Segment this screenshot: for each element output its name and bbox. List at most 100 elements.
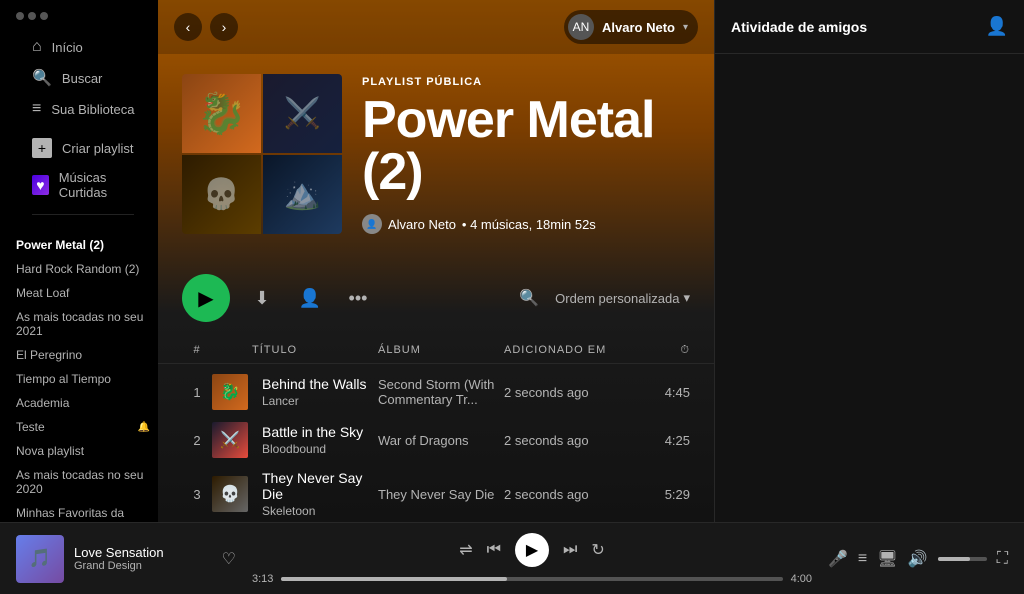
progress-bar-container: 3:13 4:00 [252,573,812,585]
device-button[interactable]: 🖥 [877,549,897,569]
search-tracks-button[interactable]: 🔍 [519,288,539,308]
liked-songs-action[interactable]: ♥ Músicas Curtidas [16,164,150,206]
sidebar-item-el-peregrino[interactable]: El Peregrino [0,343,158,367]
player-center: ⇌ ⏮ ▶ ⏭ ↻ 3:13 4:00 [252,533,812,585]
sidebar-item-mais-tocadas-2020[interactable]: As mais tocadas no seu 2020 [0,463,158,501]
now-playing-thumbnail: 🎵 [16,535,64,583]
track-info: Behind the Walls Lancer [252,376,378,408]
table-row[interactable]: 1 🐉 Behind the Walls Lancer Second Storm… [158,368,714,416]
more-options-button[interactable]: ••• [342,282,374,314]
track-number: 1 [182,385,212,400]
nav-library[interactable]: ≡ Sua Biblioteca [16,94,150,124]
lyrics-button[interactable]: 🎤 [828,549,848,569]
meta-info: • 4 músicas, 18min 52s [462,217,596,232]
user-menu[interactable]: AN Alvaro Neto ▾ [564,10,698,44]
col-thumb-spacer [212,344,252,357]
avatar: AN [568,14,594,40]
play-pause-button[interactable]: ▶ [515,533,549,567]
dot-2 [28,12,36,20]
volume-slider[interactable] [938,557,987,561]
track-duration: 5:29 [630,487,690,502]
bottom-player: 🎵 Love Sensation Grand Design ♡ ⇌ ⏮ ▶ ⏭ … [0,522,1024,594]
player-right: 🎤 ≡ 🖥 🔊 ⛶ [828,549,1008,569]
album-thumb-1 [182,74,261,153]
controls-bar: ▶ ⬇ 👤 ••• 🔍 Ordem personalizada ▾ [158,258,714,338]
now-playing-title: Love Sensation [74,545,212,560]
sidebar-item-mais-tocadas-2021[interactable]: As mais tocadas no seu 2021 [0,305,158,343]
track-number: 2 [182,433,212,448]
table-row[interactable]: 3 💀 They Never Say Die Skeletoon They Ne… [158,464,714,522]
avatar-initials: AN [573,20,590,34]
dot-1 [16,12,24,20]
playlist-item-label: Power Metal (2) [16,238,104,252]
play-button[interactable]: ▶ [182,274,230,322]
sidebar-item-minhas-favoritas[interactable]: Minhas Favoritas da Vida [0,501,158,522]
liked-songs-label: Músicas Curtidas [59,170,142,200]
current-time: 3:13 [252,573,273,585]
create-playlist-icon: + [32,138,52,158]
back-button[interactable]: ‹ [174,13,202,41]
previous-button[interactable]: ⏮ [487,541,501,559]
playlist-item-label: As mais tocadas no seu 2021 [16,310,150,338]
track-thumbnail: ⚔️ [212,422,248,458]
meta-name: Alvaro Neto [388,217,456,232]
now-playing-info: Love Sensation Grand Design [74,545,212,572]
sidebar-item-teste[interactable]: Teste 🔔 [0,415,158,439]
fullscreen-button[interactable]: ⛶ [997,550,1008,568]
download-button[interactable]: ⬇ [246,282,278,314]
next-button[interactable]: ⏭ [563,541,577,559]
user-name: Alvaro Neto [602,20,675,35]
playlist-item-label: Tiempo al Tiempo [16,372,111,386]
track-thumbnail: 🐉 [212,374,248,410]
playlist-title: Power Metal (2) [362,94,690,198]
album-thumb-4 [263,155,342,234]
main-content: ‹ › AN Alvaro Neto ▾ [158,0,714,522]
right-panel-title: Atividade de amigos [731,19,867,35]
forward-button[interactable]: › [210,13,238,41]
main-scroll[interactable]: PLAYLIST PÚBLICA Power Metal (2) 👤 Alvar… [158,54,714,522]
sidebar-item-hard-rock-random[interactable]: Hard Rock Random (2) [0,257,158,281]
track-thumbnail: 💀 [212,476,248,512]
nav-search[interactable]: 🔍 Buscar [16,62,150,94]
window-controls [16,12,150,20]
track-album: They Never Say Die [378,487,504,502]
col-album-header: ÁLBUM [378,344,504,357]
add-user-button[interactable]: 👤 [294,282,326,314]
repeat-button[interactable]: ↻ [591,540,604,560]
friend-activity-icon[interactable]: 👤 [986,16,1008,37]
shuffle-button[interactable]: ⇌ [459,540,472,560]
queue-button[interactable]: ≡ [858,550,867,568]
sidebar-item-meat-loaf[interactable]: Meat Loaf [0,281,158,305]
track-name: Behind the Walls [262,376,378,392]
track-added: 2 seconds ago [504,487,630,502]
track-artist: Lancer [262,394,378,408]
album-thumb-2 [263,74,342,153]
nav-controls: ‹ › [174,13,238,41]
progress-track[interactable] [281,577,782,581]
dot-3 [40,12,48,20]
create-playlist-action[interactable]: + Criar playlist [16,132,150,164]
track-info: They Never Say Die Skeletoon [252,470,378,518]
sort-button[interactable]: Ordem personalizada ▾ [555,290,690,306]
chevron-down-icon: ▾ [683,22,688,33]
track-list-header: # TÍTULO ÁLBUM ADICIONADO EM ⏱ [158,338,714,364]
sidebar-item-academia[interactable]: Academia [0,391,158,415]
sidebar-item-power-metal-2[interactable]: Power Metal (2) [0,233,158,257]
playlist-info: PLAYLIST PÚBLICA Power Metal (2) 👤 Alvar… [362,76,690,234]
playlist-list: Power Metal (2) Hard Rock Random (2) Mea… [0,229,158,522]
sidebar-item-tiempo-al-tiempo[interactable]: Tiempo al Tiempo [0,367,158,391]
volume-fill [938,557,970,561]
main-header: ‹ › AN Alvaro Neto ▾ [158,0,714,54]
col-added-header: ADICIONADO EM [504,344,630,357]
sort-chevron-icon: ▾ [683,290,690,306]
right-panel-header: Atividade de amigos 👤 [715,0,1024,54]
progress-fill [281,577,507,581]
track-info: Battle in the Sky Bloodbound [252,424,378,456]
nav-home[interactable]: ⌂ Início [16,32,150,62]
volume-button[interactable]: 🔊 [908,549,928,569]
sidebar-item-nova-playlist[interactable]: Nova playlist [0,439,158,463]
playlist-item-label: Teste [16,420,45,434]
like-button[interactable]: ♡ [222,549,236,569]
meta-avatar: 👤 [362,214,382,234]
table-row[interactable]: 2 ⚔️ Battle in the Sky Bloodbound War of… [158,416,714,464]
